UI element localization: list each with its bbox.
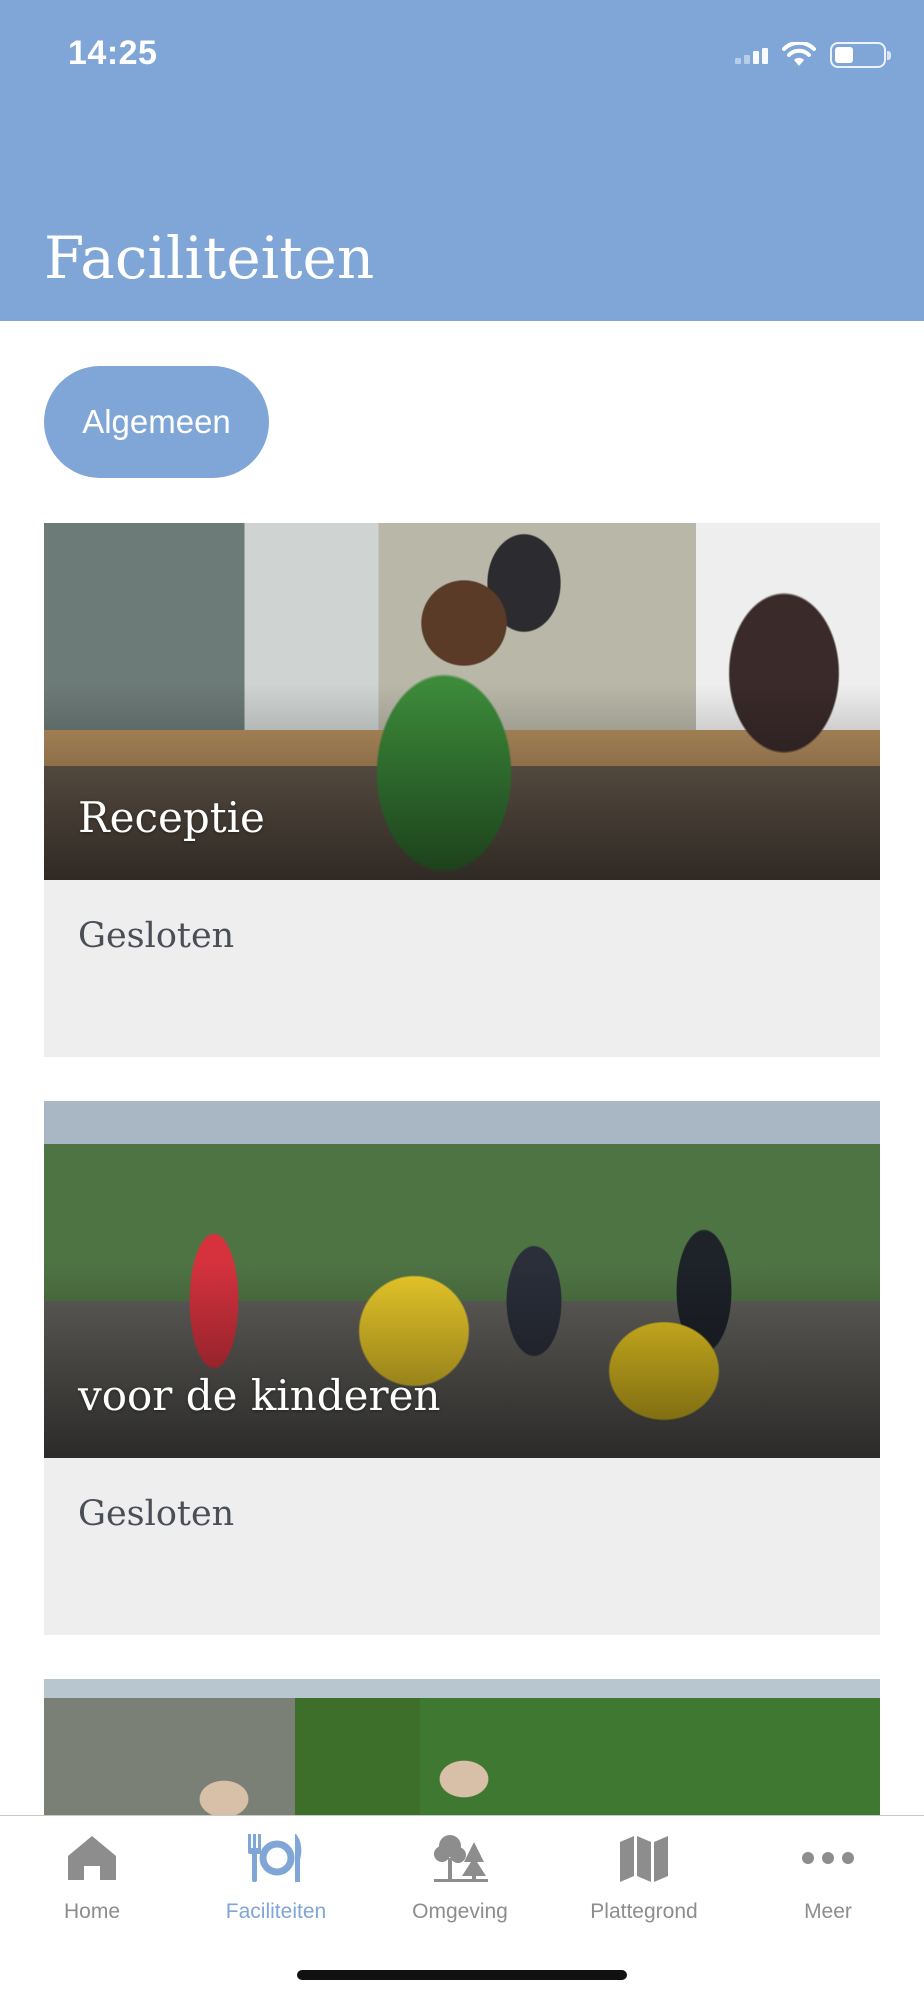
facility-image: Receptie: [44, 523, 880, 880]
tab-meer[interactable]: Meer: [736, 1830, 920, 1940]
tab-label: Faciliteiten: [225, 1900, 327, 1923]
status-time: 14:25: [68, 34, 158, 72]
cutlery-icon: [248, 1834, 302, 1882]
cellular-signal-icon: [735, 46, 768, 64]
map-icon: [620, 1836, 668, 1882]
filter-chip-algemeen[interactable]: Algemeen: [44, 366, 269, 478]
tab-label: Omgeving: [412, 1900, 508, 1923]
tab-home[interactable]: Home: [0, 1830, 184, 1940]
tab-omgeving[interactable]: Omgeving: [368, 1830, 552, 1940]
battery-icon: [830, 42, 891, 68]
status-icons: [735, 40, 891, 70]
facility-title: Receptie: [78, 793, 265, 842]
facility-card-3[interactable]: [44, 1679, 880, 1815]
home-indicator[interactable]: [297, 1970, 627, 1980]
facility-card-kinderen[interactable]: voor de kinderen Gesloten: [44, 1101, 880, 1635]
tab-label: Plattegrond: [590, 1900, 698, 1923]
app-header: 14:25 Faciliteiten: [0, 0, 924, 321]
facility-status: Gesloten: [78, 916, 235, 956]
facility-footer: Gesloten: [44, 880, 880, 1057]
facility-card-receptie[interactable]: Receptie Gesloten: [44, 523, 880, 1057]
facility-title: voor de kinderen: [78, 1371, 441, 1420]
home-icon: [68, 1836, 116, 1880]
tab-faciliteiten[interactable]: Faciliteiten: [184, 1830, 368, 1940]
trees-icon: [434, 1835, 488, 1882]
facility-image: [44, 1679, 880, 1815]
facility-footer: Gesloten: [44, 1458, 880, 1635]
wifi-icon: [782, 42, 816, 66]
tab-label: Home: [63, 1900, 121, 1923]
tab-plattegrond[interactable]: Plattegrond: [552, 1830, 736, 1940]
facility-status: Gesloten: [78, 1494, 235, 1534]
more-icon: [802, 1852, 854, 1864]
page-title: Faciliteiten: [44, 224, 375, 292]
tab-label: Meer: [804, 1900, 852, 1923]
facility-image: voor de kinderen: [44, 1101, 880, 1458]
